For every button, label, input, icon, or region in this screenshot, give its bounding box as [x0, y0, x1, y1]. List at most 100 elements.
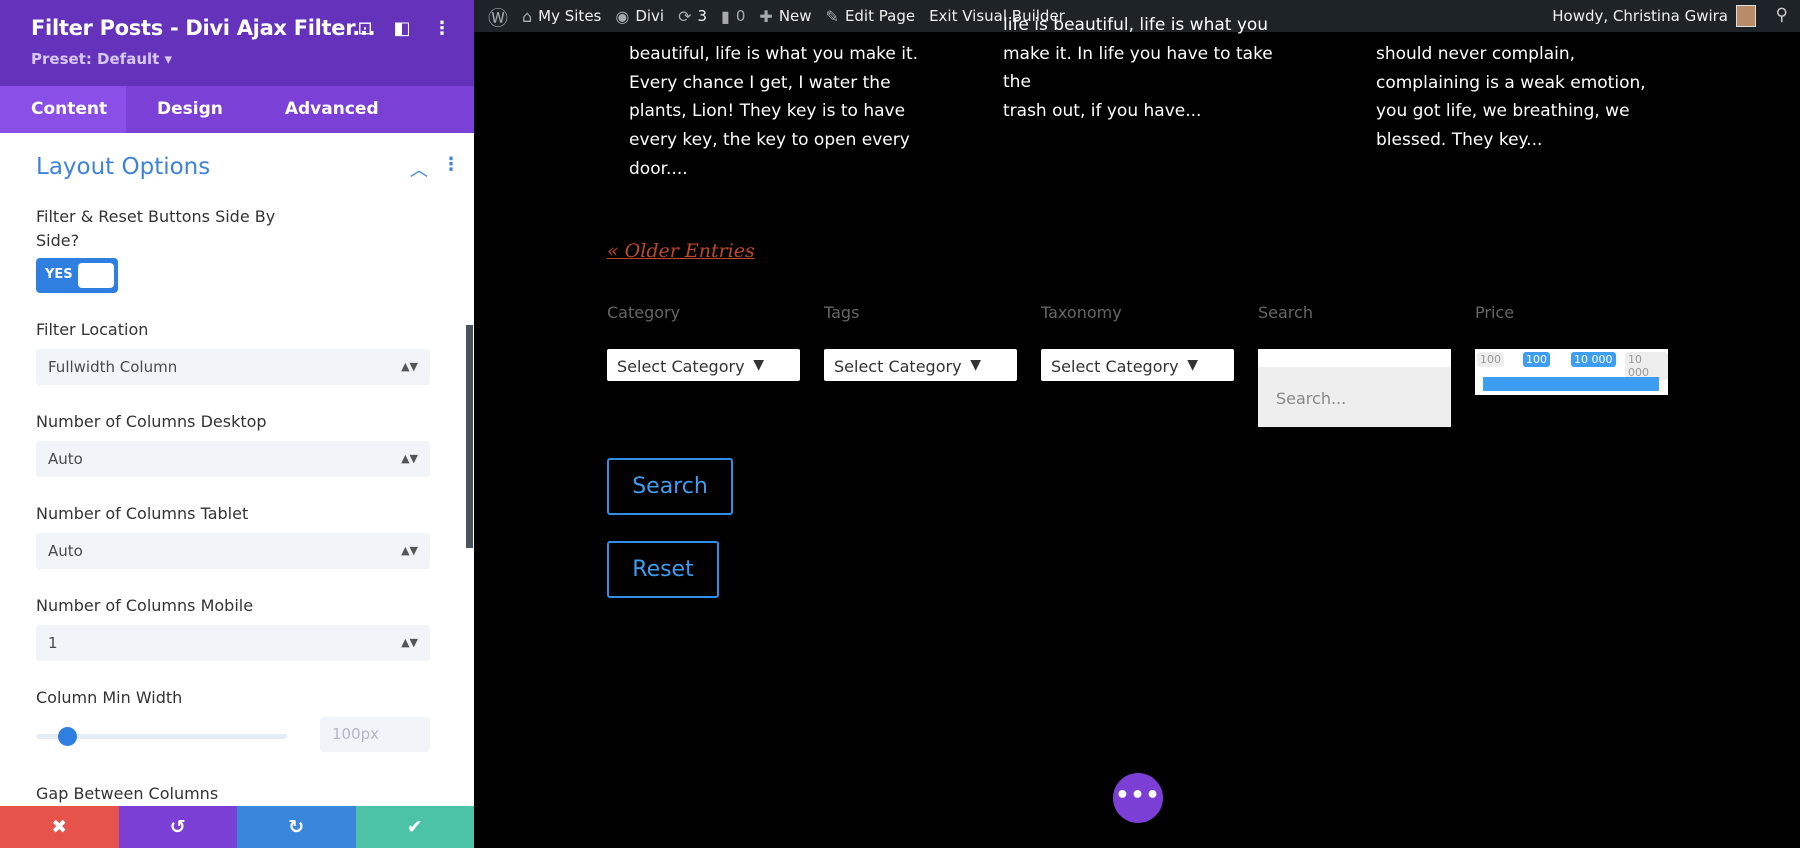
tags-select[interactable]: Select Category ▼	[824, 349, 1017, 381]
discard-button[interactable]: ✖	[0, 806, 119, 848]
min-width-input[interactable]: 100px	[320, 717, 430, 752]
comment-icon: ▮	[721, 6, 730, 26]
panel-scrollbar[interactable]	[466, 325, 473, 548]
toggle-label: YES	[45, 267, 73, 282]
gap-label: Gap Between Columns	[36, 784, 219, 803]
search-label: Search	[1258, 303, 1313, 322]
select-value: Auto	[48, 542, 83, 560]
select-arrows-icon: ▲▼	[401, 544, 418, 557]
price-from-handle-label[interactable]: 100	[1523, 352, 1550, 367]
panel-actions: ✖ ↺ ↻ ✔	[0, 806, 474, 848]
dropdown-arrow-icon: ▼	[1187, 357, 1198, 373]
redo-button[interactable]: ↻	[237, 806, 356, 848]
dropdown-arrow-icon: ▼	[970, 357, 981, 373]
price-min-label: 100	[1477, 352, 1504, 367]
edit-page-link[interactable]: ✎ Edit Page	[826, 7, 916, 26]
avatar	[1736, 5, 1756, 27]
tab-content[interactable]: Content	[0, 86, 126, 133]
cols-tablet-label: Number of Columns Tablet	[36, 504, 249, 523]
updates-menu[interactable]: ⟳ 3	[678, 7, 707, 26]
panel-header: Filter Posts - Divi Ajax Filter... Prese…	[0, 0, 474, 86]
edit-label: Edit Page	[844, 7, 916, 25]
select-value: Select Category	[834, 357, 962, 376]
excerpt-line: make it. In life you have to take the	[1003, 43, 1273, 93]
search-input[interactable]: Search...	[1258, 349, 1451, 427]
plus-icon: ✚	[759, 6, 773, 26]
filter-location-select[interactable]: Fullwidth Column ▲▼	[36, 349, 430, 385]
cols-mobile-label: Number of Columns Mobile	[36, 596, 254, 615]
select-value: Fullwidth Column	[48, 358, 178, 376]
undo-button[interactable]: ↺	[118, 806, 237, 848]
excerpt-line: Every chance I get, I water the	[629, 72, 891, 93]
price-to-handle-label[interactable]: 10 000	[1571, 352, 1616, 367]
fullscreen-icon[interactable]: ⊡	[353, 18, 377, 39]
select-arrows-icon: ▲▼	[401, 636, 418, 649]
price-label: Price	[1475, 303, 1515, 322]
price-range-slider[interactable]: 100 100 10 000 10 000	[1475, 349, 1668, 395]
pencil-icon: ✎	[825, 6, 839, 26]
tab-advanced[interactable]: Advanced	[254, 86, 410, 133]
section-more-icon[interactable]: ⋮	[442, 154, 460, 175]
cols-tablet-select[interactable]: Auto ▲▼	[36, 533, 430, 569]
wordpress-logo-icon[interactable]: Ⓦ	[488, 2, 508, 31]
excerpt-line: should never complain,	[1376, 44, 1576, 64]
search-placeholder: Search...	[1276, 389, 1347, 408]
excerpt-line: door....	[629, 158, 688, 179]
tab-design[interactable]: Design	[126, 86, 254, 133]
tags-label: Tags	[824, 303, 860, 322]
category-label: Category	[607, 303, 681, 322]
more-icon[interactable]: ⋮	[430, 18, 454, 39]
post-excerpt: life is beautiful, life is what you make …	[1003, 11, 1293, 126]
category-select[interactable]: Select Category ▼	[607, 349, 800, 381]
my-sites-label: My Sites	[538, 7, 602, 25]
comments-menu[interactable]: ▮ 0	[721, 7, 745, 26]
cols-mobile-select[interactable]: 1 ▲▼	[36, 625, 430, 661]
site-label: Divi	[635, 7, 665, 25]
excerpt-line: life is beautiful, life is what you	[1003, 15, 1269, 35]
updates-icon: ⟳	[678, 6, 692, 26]
excerpt-line: complaining is a weak emotion,	[1376, 72, 1646, 93]
search-button[interactable]: Search	[607, 458, 733, 515]
my-sites-menu[interactable]: ⌂ My Sites	[522, 7, 601, 26]
excerpt-line: beautiful, life is what you make it.	[629, 44, 919, 64]
taxonomy-select[interactable]: Select Category ▼	[1041, 349, 1234, 381]
search-icon[interactable]: ⚲	[1776, 5, 1788, 25]
toggle-knob	[78, 263, 114, 288]
save-button[interactable]: ✔	[355, 806, 474, 848]
section-title[interactable]: Layout Options	[36, 154, 210, 180]
account-menu[interactable]: Howdy, Christina Gwira	[1552, 0, 1756, 32]
select-value: Auto	[48, 450, 83, 468]
cols-desktop-label: Number of Columns Desktop	[36, 412, 267, 431]
select-value: Select Category	[617, 357, 745, 376]
updates-count: 3	[697, 7, 708, 25]
settings-panel: Filter Posts - Divi Ajax Filter... Prese…	[0, 0, 474, 848]
excerpt-line: every key, the key to open every	[629, 130, 910, 151]
dropdown-arrow-icon: ▼	[753, 357, 764, 373]
layout-icon[interactable]: ◧	[390, 18, 414, 39]
dashboard-icon: ◉	[615, 6, 630, 26]
howdy-label: Howdy, Christina Gwira	[1552, 7, 1728, 25]
panel-tabs: Content Design Advanced	[0, 86, 474, 133]
new-menu[interactable]: ✚ New	[759, 7, 811, 26]
reset-button[interactable]: Reset	[607, 541, 719, 598]
side-by-side-toggle[interactable]: YES	[36, 258, 118, 293]
select-value: Select Category	[1051, 357, 1179, 376]
cols-desktop-select[interactable]: Auto ▲▼	[36, 441, 430, 477]
price-range-bar[interactable]	[1483, 377, 1659, 391]
select-arrows-icon: ▲▼	[401, 452, 418, 465]
select-arrows-icon: ▲▼	[401, 360, 418, 373]
price-max-label: 10 000	[1625, 352, 1668, 380]
filter-location-label: Filter Location	[36, 320, 149, 339]
taxonomy-label: Taxonomy	[1041, 303, 1122, 322]
preset-dropdown[interactable]: Preset: Default ▾	[31, 50, 172, 68]
site-menu[interactable]: ◉ Divi	[615, 7, 664, 26]
chevron-up-icon[interactable]: ︿	[410, 156, 428, 182]
min-width-slider-handle[interactable]	[58, 727, 77, 746]
min-width-label: Column Min Width	[36, 688, 183, 707]
builder-menu-button[interactable]: •••	[1113, 773, 1163, 823]
side-by-side-label: Filter & Reset Buttons Side By Side?	[36, 207, 276, 250]
new-label: New	[778, 7, 812, 25]
post-excerpt: beautiful, life is what you make it. Ever…	[629, 40, 919, 184]
comments-count: 0	[735, 7, 746, 25]
older-entries-link[interactable]: « Older Entries	[607, 240, 755, 262]
